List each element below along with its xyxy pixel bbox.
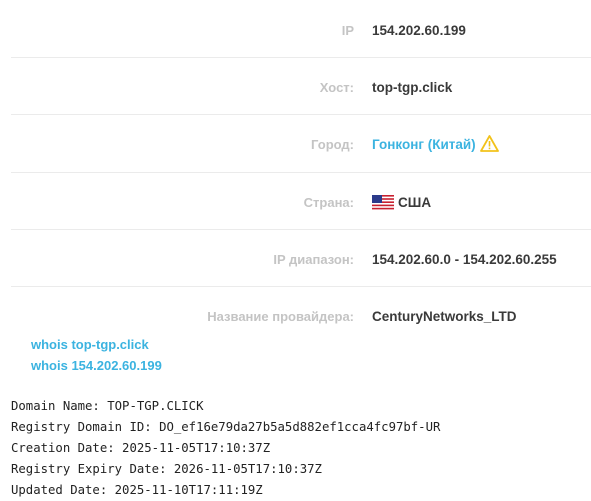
whois-raw-output: Domain Name: TOP-TGP.CLICK Registry Doma…: [11, 396, 440, 501]
provider-label: Название провайдера:: [207, 309, 354, 324]
city-row: Город: Гонконг (Китай): [11, 115, 591, 173]
host-label: Хост:: [319, 80, 354, 95]
ip-range-value: 154.202.60.0 - 154.202.60.255: [372, 252, 557, 267]
host-row: Хост: top-tgp.click: [11, 58, 591, 115]
whois-line: Domain Name: TOP-TGP.CLICK: [11, 399, 204, 413]
whois-line: Updated Date: 2025-11-10T17:11:19Z: [11, 483, 263, 497]
ip-label: IP: [341, 23, 354, 38]
city-value: Гонконг (Китай): [372, 115, 499, 178]
ip-range-label: IP диапазон:: [273, 252, 354, 267]
country-value: США: [372, 173, 431, 236]
ip-range-row: IP диапазон: 154.202.60.0 - 154.202.60.2…: [11, 230, 591, 287]
whois-domain-link[interactable]: whois top-tgp.click: [31, 334, 162, 355]
host-value: top-tgp.click: [372, 80, 453, 95]
city-link[interactable]: Гонконг (Китай): [372, 137, 476, 152]
whois-ip-link[interactable]: whois 154.202.60.199: [31, 355, 162, 376]
whois-line: Registry Domain ID: DO_ef16e79da27b5a5d8…: [11, 420, 441, 434]
ip-info-table: IP 154.202.60.199 Хост: top-tgp.click Го…: [0, 0, 591, 343]
provider-value: CenturyNetworks_LTD: [372, 309, 517, 324]
us-flag-icon: [372, 176, 394, 236]
country-name: США: [398, 195, 432, 210]
whois-line: Registry Expiry Date: 2026-11-05T17:10:3…: [11, 462, 322, 476]
ip-row: IP 154.202.60.199: [11, 0, 591, 58]
country-label: Страна:: [303, 195, 354, 210]
city-label: Город:: [311, 137, 354, 152]
whois-line: Creation Date: 2025-11-05T17:10:37Z: [11, 441, 271, 455]
country-row: Страна: США: [11, 173, 591, 230]
whois-links: whois top-tgp.click whois 154.202.60.199: [31, 334, 162, 376]
warning-icon: [479, 118, 499, 178]
ip-value: 154.202.60.199: [372, 23, 466, 38]
